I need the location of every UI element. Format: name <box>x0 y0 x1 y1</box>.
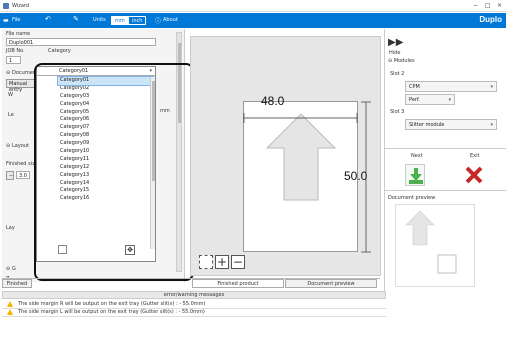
finished-size-label: Finished size <box>6 161 38 167</box>
document-preview-thumbnail <box>395 204 475 287</box>
file-name-label: File name <box>6 31 31 37</box>
collapse-icon[interactable]: ⊖ <box>6 70 10 76</box>
gutter-collapse-icon[interactable]: ⊖ <box>6 266 10 272</box>
job-no-label: JOB No. <box>6 48 25 54</box>
tab-finished[interactable]: Finished <box>2 279 32 288</box>
layout-short-label: Lay <box>6 225 15 231</box>
perf-select[interactable]: Perf. ▾ <box>405 94 455 105</box>
message-row[interactable]: The side margin R will be output on the … <box>2 301 386 309</box>
about-menu[interactable]: About <box>163 17 178 23</box>
slot3-select[interactable]: Slitter module ▾ <box>405 119 497 130</box>
brand-logo: Duplo <box>479 15 502 24</box>
length-label: Le <box>8 112 14 118</box>
chevron-down-icon: ▾ <box>448 97 451 103</box>
hide-label[interactable]: Hide <box>389 50 400 56</box>
info-icon[interactable]: ⓘ <box>155 16 161 25</box>
document-sheet <box>243 101 358 252</box>
file-name-input[interactable]: Duplo001 <box>6 38 156 46</box>
toolbar: ▬ File ↶ ✎ Units mm inch ⓘ About Duplo <box>0 13 506 28</box>
close-button[interactable]: × <box>497 2 502 9</box>
slot2-select[interactable]: CPM ▾ <box>405 81 497 92</box>
up-arrow-icon <box>265 113 337 201</box>
window-title: Wizard <box>12 3 30 9</box>
width-label: W <box>8 92 13 98</box>
callout-highlight <box>34 63 194 281</box>
modules-label: ⊖ Modules <box>388 58 415 64</box>
exit-x-icon <box>465 166 483 184</box>
maximize-button[interactable]: □ <box>485 2 491 9</box>
message-panel: error/warning messages The side margin R… <box>0 291 506 351</box>
app-icon <box>3 3 9 9</box>
message-row[interactable]: The side margin L will be output on the … <box>2 309 386 317</box>
chevron-down-icon: ▾ <box>490 84 493 90</box>
exit-label: Exit <box>470 153 480 159</box>
folder-icon[interactable]: ▬ <box>3 17 9 24</box>
width-dimension: 48.0 <box>261 94 285 108</box>
next-button[interactable] <box>405 164 425 186</box>
messages-header: error/warning messages <box>2 291 386 299</box>
unit-mm-button[interactable]: mm <box>111 16 129 25</box>
preview-arrow-icon <box>405 210 457 274</box>
height-dimension-line <box>361 101 371 253</box>
title-bar: Wizard − □ × <box>0 0 506 12</box>
minus-button[interactable]: − <box>6 171 14 180</box>
qty-input[interactable]: 1 <box>6 56 21 64</box>
tab-finished-product[interactable]: Finished product <box>192 279 284 288</box>
preview-canvas: 48.0 50.0 <box>190 36 381 276</box>
fit-to-window-icon[interactable] <box>199 255 213 269</box>
finished-size-input[interactable]: 3.0 <box>16 171 30 179</box>
layout-label: Layout <box>12 143 29 149</box>
units-label: Units <box>93 17 106 23</box>
tab-bar: Finished Finished product Document previ… <box>2 278 380 288</box>
eraser-icon[interactable]: ✎ <box>73 15 79 23</box>
slot2-label: Slot 2 <box>390 71 405 77</box>
width-dimension-line <box>243 113 358 123</box>
manual-entry-button[interactable]: Manual entry <box>6 79 36 93</box>
next-label: Next <box>411 153 423 159</box>
unit-inch-button[interactable]: inch <box>128 16 147 25</box>
slot3-label: Slot 3 <box>390 109 405 115</box>
next-arrow-icon <box>409 168 423 184</box>
tab-document-preview[interactable]: Document preview <box>285 279 377 288</box>
zoom-in-button[interactable]: + <box>215 255 229 269</box>
warning-icon <box>7 309 13 315</box>
undo-icon[interactable]: ↶ <box>45 15 51 23</box>
chevron-down-icon: ▾ <box>490 122 493 128</box>
minimize-button[interactable]: − <box>473 2 478 9</box>
exit-button[interactable] <box>463 164 485 186</box>
warning-icon <box>7 301 13 307</box>
zoom-out-button[interactable]: − <box>231 255 245 269</box>
category-label: Category <box>48 48 71 54</box>
layout-collapse-icon[interactable]: ⊖ <box>6 143 10 149</box>
hide-icon[interactable]: ▶▶ <box>388 37 403 48</box>
document-preview-label: Document preview <box>388 195 436 201</box>
gutter-label: G <box>12 266 16 272</box>
right-panel: ▶▶ Hide ⊖ Modules Slot 2 CPM ▾ Perf. ▾ Slo… <box>384 29 506 291</box>
file-menu[interactable]: File <box>12 17 20 23</box>
